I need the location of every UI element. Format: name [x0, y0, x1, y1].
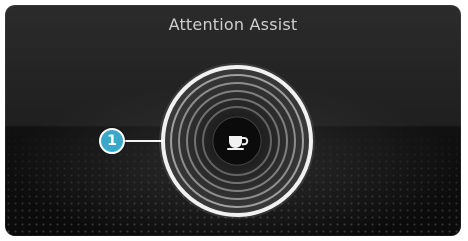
frame: Attention Assist 1	[0, 0, 468, 241]
display-screen: Attention Assist 1	[5, 5, 461, 236]
callout-marker: 1	[99, 128, 125, 154]
callout-leader-line	[125, 140, 163, 142]
screen-title: Attention Assist	[168, 15, 298, 34]
coffee-cup-icon	[223, 127, 251, 155]
attention-level-gauge	[157, 61, 317, 221]
